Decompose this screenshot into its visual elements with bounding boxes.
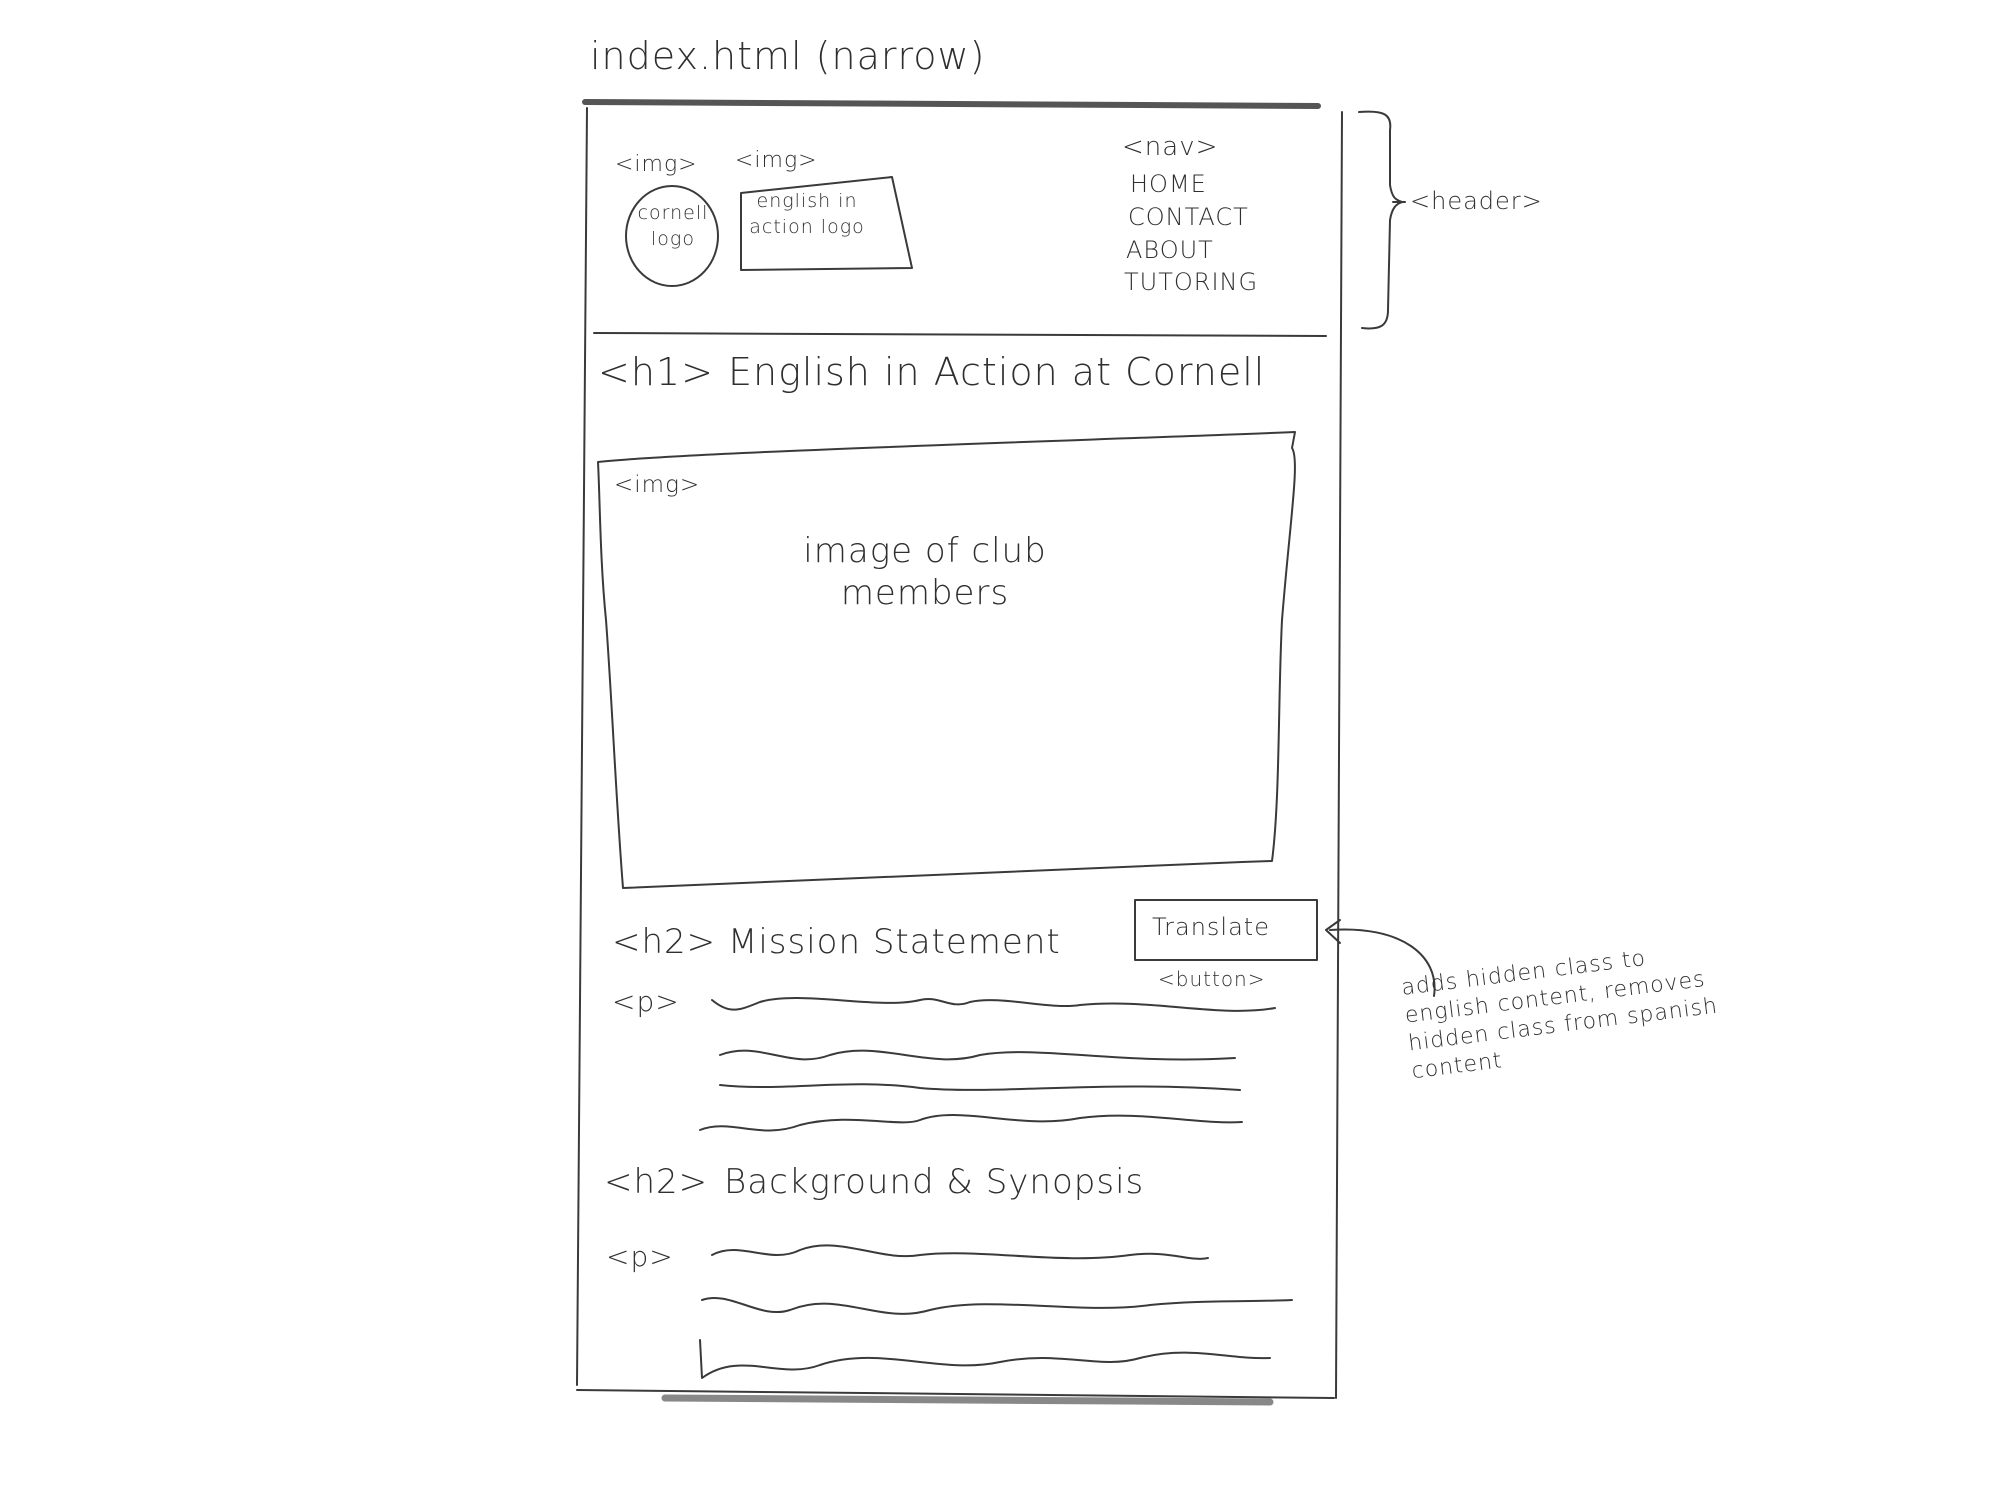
- background-p-tag: <p>: [606, 1240, 674, 1273]
- header-divider: [593, 332, 1327, 337]
- hero-img-tag: <img>: [614, 472, 701, 498]
- mission-heading: Mission Statement: [728, 922, 1061, 962]
- eia-logo: english in action logo: [749, 190, 865, 238]
- cornell-logo: cornell logo: [637, 202, 709, 250]
- eia-logo-img-tag: <img>: [735, 148, 818, 173]
- h1-tag: <h1>: [598, 350, 714, 394]
- frame-left: [576, 107, 588, 1386]
- h1-heading: English in Action at Cornell: [728, 350, 1266, 394]
- nav-item-tutoring[interactable]: TUTORING: [1124, 268, 1258, 296]
- header-bracket-label: <header>: [1410, 187, 1543, 215]
- translate-button-tag: <button>: [1158, 967, 1266, 991]
- background-p-line-1: [711, 1244, 1209, 1260]
- mission-p-line-4: [699, 1114, 1243, 1132]
- background-p-line-2: [701, 1297, 1293, 1315]
- background-h2-tag: <h2>: [604, 1162, 709, 1202]
- nav-item-contact[interactable]: CONTACT: [1128, 203, 1249, 231]
- title-underline: [582, 99, 1321, 109]
- page-title: index.html (narrow): [590, 34, 986, 78]
- mission-p-line-2: [719, 1049, 1236, 1061]
- frame-right: [1335, 111, 1343, 1399]
- mission-p-tag: <p>: [612, 985, 680, 1018]
- nav-item-about[interactable]: ABOUT: [1126, 236, 1214, 264]
- background-p-line-3: [699, 1339, 1271, 1379]
- header-bracket: [1358, 110, 1403, 330]
- wireframe-sketch-lines: [576, 99, 1436, 1406]
- mission-p-line-1: [711, 997, 1276, 1012]
- mission-h2-tag: <h2>: [612, 922, 717, 962]
- hero-image-box: [597, 431, 1296, 889]
- hero-image-caption: image of club members: [803, 531, 1047, 613]
- translate-button[interactable]: Translate: [1152, 913, 1270, 941]
- cornell-logo-img-tag: <img>: [615, 152, 698, 177]
- nav-tag: <nav>: [1122, 132, 1219, 162]
- mission-p-line-3: [719, 1083, 1241, 1091]
- background-heading: Background & Synopsis: [724, 1162, 1145, 1202]
- nav-item-home[interactable]: HOME: [1130, 170, 1207, 198]
- frame-bottom-shadow: [661, 1394, 1274, 1406]
